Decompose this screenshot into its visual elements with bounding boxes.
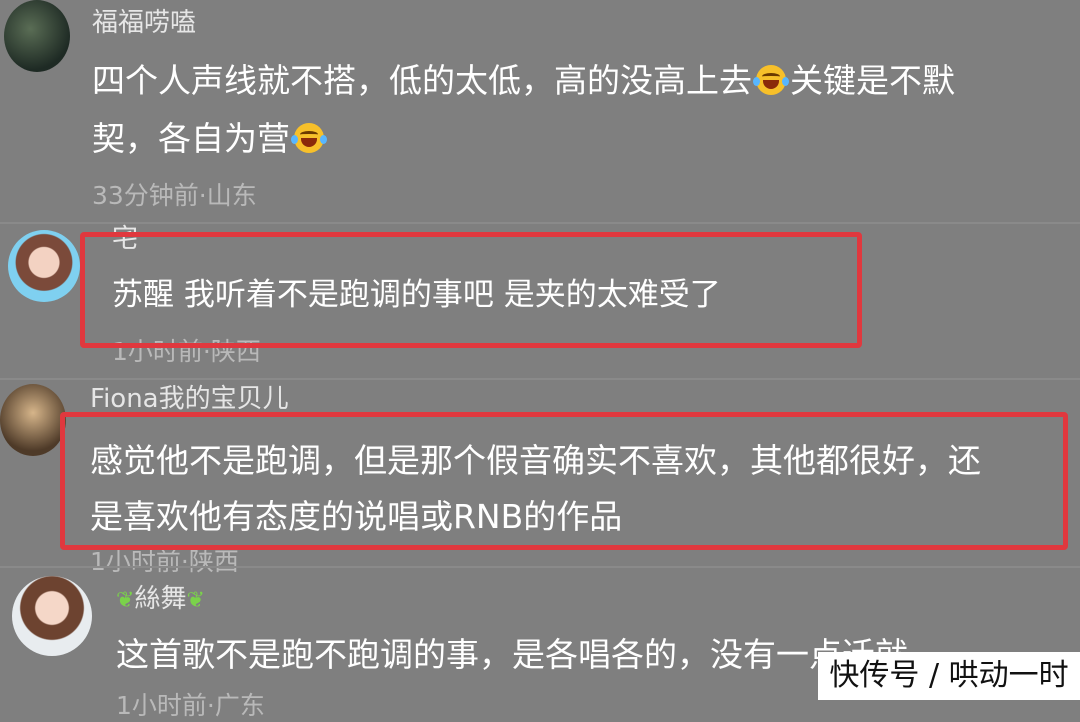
watermark: 快传号 / 哄动一时 xyxy=(818,652,1080,700)
comment-text: 四个人声线就不搭，低的太低，高的没高上去 关键是不默 xyxy=(92,50,955,112)
avatar[interactable] xyxy=(8,230,80,302)
avatar[interactable] xyxy=(0,384,66,456)
laughing-crying-emoji-icon xyxy=(291,123,327,153)
comment-text: 这首歌不是跑不跑调的事，是各唱各的，没有一点迁就 xyxy=(116,635,908,674)
comment-meta: 33分钟前·山东 xyxy=(92,181,257,210)
leaf-icon: ❦ xyxy=(116,588,135,613)
comment-text: 契，各自为营 xyxy=(92,108,328,170)
comment-username[interactable]: ❦絲舞❦ xyxy=(116,578,205,615)
avatar[interactable] xyxy=(4,0,70,72)
comment-text-line: 关键是不默 xyxy=(790,61,955,100)
comment-username[interactable]: 福福唠嗑 xyxy=(92,2,196,39)
avatar[interactable] xyxy=(12,576,92,656)
comment-meta: 1小时前·广东 xyxy=(116,691,265,720)
comment-text-line: 四个人声线就不搭，低的太低，高的没高上去 xyxy=(92,61,752,100)
comment-username[interactable]: Fiona我的宝贝儿 xyxy=(90,378,289,415)
leaf-icon: ❦ xyxy=(186,588,205,613)
highlight-box xyxy=(80,232,862,348)
comment-text-line: 契，各自为营 xyxy=(92,119,290,158)
comment-item: 福福唠嗑 四个人声线就不搭，低的太低，高的没高上去 关键是不默 契，各自为营 33… xyxy=(0,0,1080,222)
highlight-box xyxy=(60,412,1068,550)
laughing-crying-emoji-icon xyxy=(753,65,789,95)
comment-username-text: 絲舞 xyxy=(134,584,187,614)
